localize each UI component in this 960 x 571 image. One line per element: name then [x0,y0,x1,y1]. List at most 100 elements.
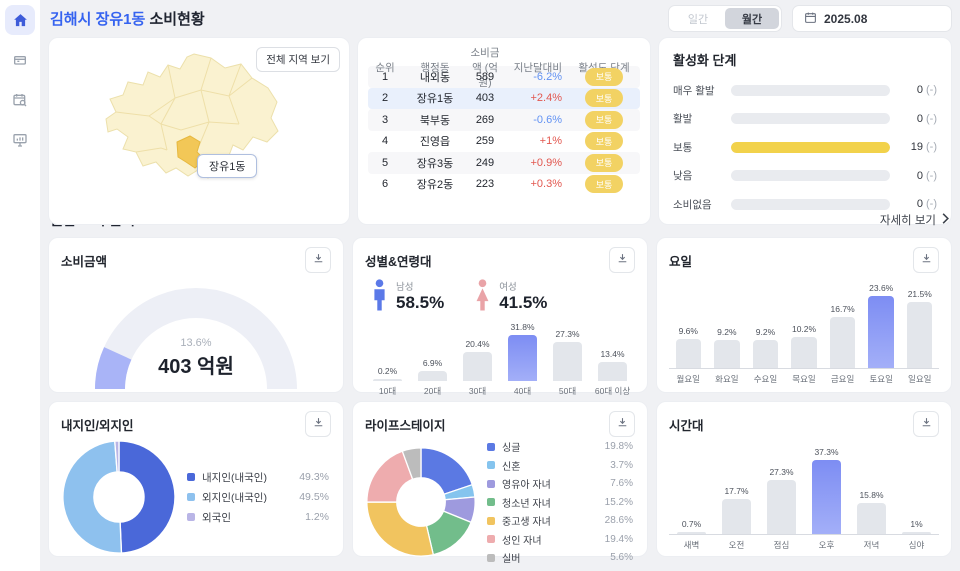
bar[interactable] [722,499,752,534]
bar[interactable] [676,339,701,368]
activation-track [731,85,890,96]
rank-cell: 2 [368,92,402,104]
card-title: 시간대 [669,415,704,434]
legend-swatch [187,513,195,521]
bar[interactable] [767,480,797,534]
activation-value: 0 (-) [899,170,937,182]
table-row[interactable]: 4진영읍259+1%보통 [368,131,640,153]
bar-value-label: 31.8% [510,322,534,332]
bar[interactable] [753,340,778,368]
detail-link[interactable]: 자세히 보기 [880,212,950,228]
table-row[interactable]: 5장유3동249+0.9%보통 [368,152,640,174]
bar[interactable] [830,317,855,368]
bar[interactable] [791,337,816,368]
date-picker[interactable]: 2025.08 [792,5,952,32]
male-icon [371,279,388,318]
bar-value-label: 1% [910,519,922,529]
legend-label: 성인 자녀 [502,532,542,547]
bar-value-label: 27.3% [555,329,579,339]
view-all-regions-button[interactable]: 전체 지역 보기 [256,47,340,72]
bar-value-label: 27.3% [769,467,793,477]
bar[interactable] [418,371,448,381]
bar-value-label: 10.2% [792,324,816,334]
time-of-day-card: 시간대 0.7%17.7%27.3%37.3%15.8%1%새벽오전점심오후저녁… [656,401,952,557]
bar-value-label: 6.9% [423,358,442,368]
activation-row: 낮음0 (-) [673,168,937,183]
sidebar [0,0,40,571]
bar-value-label: 13.4% [600,349,624,359]
bar-column: 9.2% [708,327,747,368]
legend-item: 중고생 자녀28.6% [487,513,633,528]
lifestage-legend: 싱글19.8%신혼3.7%영유아 자녀7.6%청소년 자녀15.2%중고생 자녀… [487,439,635,565]
monthly-toggle-button[interactable]: 월간 [725,8,779,29]
table-row[interactable]: 6장유2동223+0.3%보통 [368,174,640,196]
level-badge: 보통 [585,68,624,86]
sidebar-item-store[interactable] [5,45,35,75]
bar-value-label: 37.3% [814,447,838,457]
level-cell: 보통 [568,68,640,86]
level-badge: 보통 [585,154,624,172]
legend-item: 싱글19.8% [487,439,633,454]
legend-item: 신혼3.7% [487,458,633,473]
bar[interactable] [508,335,538,381]
table-row[interactable]: 3북부동269-0.6%보통 [368,109,640,131]
table-row[interactable]: 2장유1동403+2.4%보통 [368,88,640,110]
page-title: 김해시 장유1동 소비현황 [50,8,205,29]
legend-percent: 49.3% [299,471,329,483]
bar-category-label: 점심 [759,539,804,551]
bar[interactable] [812,460,842,534]
local-visitor-donut: 내지인(내국인)49.3%외지인(내국인)49.5%외국인1.2% [61,439,331,555]
legend-label: 신혼 [502,458,520,473]
download-button[interactable] [609,247,635,273]
legend-swatch [187,493,195,501]
bar[interactable] [868,296,893,368]
bar[interactable] [553,342,583,381]
bar[interactable] [373,379,403,381]
gender-summary: 남성 58.5% 여성 41.5% [371,279,635,318]
card-title: 내지인/외지인 [61,415,133,434]
card-title: 소비금액 [61,251,107,270]
level-badge: 보통 [585,175,624,193]
dong-cell: 장유1동 [402,90,468,106]
bar-category-label: 저녁 [849,539,894,551]
download-button[interactable] [305,247,331,273]
sidebar-item-home[interactable] [5,5,35,35]
card-title: 요일 [669,251,692,270]
sidebar-item-report[interactable] [5,125,35,155]
bar[interactable] [907,302,932,368]
bar-category-label: 금요일 [823,373,862,385]
region-tooltip: 장유1동 [197,154,257,178]
sidebar-item-calendar-search[interactable] [5,85,35,115]
bar[interactable] [857,503,887,534]
page-header: 김해시 장유1동 소비현황 일간 월간 2025.08 [48,0,952,37]
activation-value: 0 (-) [899,113,937,125]
legend-label: 중고생 자녀 [502,513,551,528]
bar[interactable] [598,362,628,381]
download-button[interactable] [913,247,939,273]
bar-category-label: 30대 [455,385,500,397]
activation-value: 0 (-) [899,198,937,210]
legend-swatch [487,443,495,451]
download-icon [616,416,629,432]
legend-item: 실버5.6% [487,550,633,565]
bar[interactable] [714,340,739,368]
legend-swatch [487,498,495,506]
legend-label: 실버 [502,550,520,565]
download-button[interactable] [305,411,331,437]
amount-cell: 223 [468,178,502,190]
level-cell: 보통 [568,175,640,193]
daily-toggle-button[interactable]: 일간 [671,8,725,29]
gender-age-card: 성별&연령대 남성 58.5% 여성 [352,237,648,393]
legend-item: 내지인(내국인)49.3% [187,470,329,485]
bar-category-label: 화요일 [708,373,747,385]
download-button[interactable] [609,411,635,437]
bar[interactable] [902,532,932,534]
legend-percent: 19.8% [605,441,633,452]
download-button[interactable] [913,411,939,437]
bar-value-label: 9.2% [756,327,775,337]
legend-swatch [487,461,495,469]
card-title: 라이프스테이지 [365,415,446,434]
bar[interactable] [463,352,493,382]
bar[interactable] [677,532,707,534]
legend-item: 영유아 자녀7.6% [487,476,633,491]
